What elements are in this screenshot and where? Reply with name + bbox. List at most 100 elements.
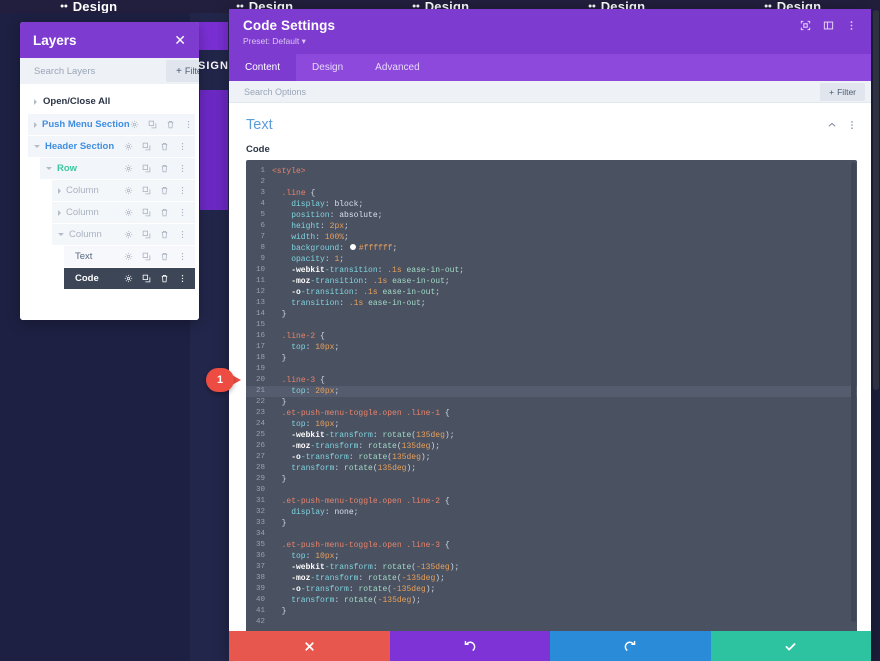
more-vertical-icon[interactable] xyxy=(178,274,187,283)
page-scrollbar[interactable] xyxy=(873,10,879,390)
code-line[interactable]: 29 } xyxy=(246,474,857,485)
code-line[interactable]: 19 xyxy=(246,364,857,375)
code-line[interactable]: 41 } xyxy=(246,606,857,617)
duplicate-icon[interactable] xyxy=(142,164,151,173)
options-filter-button[interactable]: + Filter xyxy=(820,83,865,101)
code-line[interactable]: 21 top: 20px; xyxy=(246,386,857,397)
code-line[interactable]: 38 -moz-transform: rotate(-135deg); xyxy=(246,573,857,584)
code-line[interactable]: 16 .line-2 { xyxy=(246,331,857,342)
code-line[interactable]: 23 .et-push-menu-toggle.open .line-1 { xyxy=(246,408,857,419)
layer-row[interactable]: Column xyxy=(52,224,195,245)
code-line[interactable]: 35 .et-push-menu-toggle.open .line-3 { xyxy=(246,540,857,551)
undo-button[interactable] xyxy=(390,631,551,661)
code-line[interactable]: 12 -o-transition: .1s ease-in-out; xyxy=(246,287,857,298)
code-line[interactable]: 17 top: 10px; xyxy=(246,342,857,353)
duplicate-icon[interactable] xyxy=(142,274,151,283)
code-line[interactable]: 33 } xyxy=(246,518,857,529)
more-vertical-icon[interactable] xyxy=(178,252,187,261)
duplicate-icon[interactable] xyxy=(142,208,151,217)
gear-icon[interactable] xyxy=(130,120,139,129)
gear-icon[interactable] xyxy=(124,274,133,283)
code-line[interactable]: 28 transform: rotate(135deg); xyxy=(246,463,857,474)
code-line[interactable]: 9 opacity: 1; xyxy=(246,254,857,265)
gear-icon[interactable] xyxy=(124,186,133,195)
code-line[interactable]: 34 xyxy=(246,529,857,540)
code-line[interactable]: 20 .line-3 { xyxy=(246,375,857,386)
code-line[interactable]: 27 -o-transform: rotate(135deg); xyxy=(246,452,857,463)
code-line[interactable]: 2 xyxy=(246,177,857,188)
more-vertical-icon[interactable] xyxy=(178,164,187,173)
code-line[interactable]: 13 transition: .1s ease-in-out; xyxy=(246,298,857,309)
duplicate-icon[interactable] xyxy=(142,186,151,195)
chevron-up-icon[interactable] xyxy=(827,120,837,130)
trash-icon[interactable] xyxy=(160,164,169,173)
code-line[interactable]: 25 -webkit-transform: rotate(135deg); xyxy=(246,430,857,441)
code-line[interactable]: 5 position: absolute; xyxy=(246,210,857,221)
trash-icon[interactable] xyxy=(160,142,169,151)
code-line[interactable]: 37 -webkit-transform: rotate(-135deg); xyxy=(246,562,857,573)
gear-icon[interactable] xyxy=(124,164,133,173)
trash-icon[interactable] xyxy=(160,186,169,195)
code-line[interactable]: 36 top: 10px; xyxy=(246,551,857,562)
more-vertical-icon[interactable] xyxy=(178,208,187,217)
code-editor[interactable]: 1<style>2 3 .line {4 display: block;5 po… xyxy=(246,160,857,636)
redo-button[interactable] xyxy=(550,631,711,661)
chevron-down-icon[interactable] xyxy=(34,145,40,148)
code-line[interactable]: 6 height: 2px; xyxy=(246,221,857,232)
code-line[interactable]: 7 width: 100%; xyxy=(246,232,857,243)
more-vertical-icon[interactable] xyxy=(178,230,187,239)
code-line[interactable]: 32 display: none; xyxy=(246,507,857,518)
layer-row[interactable]: Text xyxy=(64,246,195,267)
code-line[interactable]: 24 top: 10px; xyxy=(246,419,857,430)
trash-icon[interactable] xyxy=(160,274,169,283)
trash-icon[interactable] xyxy=(160,252,169,261)
editor-scrollbar[interactable] xyxy=(851,162,856,622)
code-line[interactable]: 31 .et-push-menu-toggle.open .line-2 { xyxy=(246,496,857,507)
layer-row[interactable]: Header Section xyxy=(28,136,195,157)
code-line[interactable]: 1<style> xyxy=(246,166,857,177)
chevron-right-icon[interactable] xyxy=(58,210,61,216)
code-line[interactable]: 11 -moz-transition: .1s ease-in-out; xyxy=(246,276,857,287)
gear-icon[interactable] xyxy=(124,252,133,261)
code-line[interactable]: 4 display: block; xyxy=(246,199,857,210)
save-button[interactable] xyxy=(711,631,872,661)
code-line[interactable]: 8 background: #ffffff; xyxy=(246,243,857,254)
tab-content[interactable]: Content xyxy=(229,54,296,81)
code-line[interactable]: 14 } xyxy=(246,309,857,320)
chevron-down-icon[interactable] xyxy=(46,167,52,170)
preset-selector[interactable]: Preset: Default ▾ xyxy=(243,36,335,47)
code-line[interactable]: 15 xyxy=(246,320,857,331)
search-options-input[interactable] xyxy=(244,87,820,97)
more-vertical-icon[interactable] xyxy=(178,142,187,151)
code-line[interactable]: 26 -moz-transform: rotate(135deg); xyxy=(246,441,857,452)
duplicate-icon[interactable] xyxy=(148,120,157,129)
code-line[interactable]: 42 xyxy=(246,617,857,628)
search-layers-input[interactable] xyxy=(34,66,166,77)
cancel-button[interactable] xyxy=(229,631,390,661)
code-line[interactable]: 40 transform: rotate(-135deg); xyxy=(246,595,857,606)
code-line[interactable]: 22 } xyxy=(246,397,857,408)
tab-design[interactable]: Design xyxy=(296,54,359,81)
layout-panel-icon[interactable] xyxy=(823,20,834,31)
layer-row[interactable]: Row xyxy=(40,158,195,179)
code-line[interactable]: 18 } xyxy=(246,353,857,364)
trash-icon[interactable] xyxy=(160,230,169,239)
gear-icon[interactable] xyxy=(124,230,133,239)
open-close-all-row[interactable]: Open/Close All xyxy=(20,92,199,113)
code-line[interactable]: 39 -o-transform: rotate(-135deg); xyxy=(246,584,857,595)
code-line[interactable]: 10 -webkit-transition: .1s ease-in-out; xyxy=(246,265,857,276)
layer-row[interactable]: Push Menu Section xyxy=(28,114,195,135)
gear-icon[interactable] xyxy=(124,142,133,151)
design-chip[interactable]: Design xyxy=(0,0,176,13)
more-vertical-icon[interactable] xyxy=(847,120,857,130)
layers-filter-button[interactable]: + Filter xyxy=(166,60,199,82)
more-vertical-icon[interactable] xyxy=(178,186,187,195)
chevron-down-icon[interactable] xyxy=(58,233,64,236)
more-vertical-icon[interactable] xyxy=(846,20,857,31)
trash-icon[interactable] xyxy=(160,208,169,217)
more-vertical-icon[interactable] xyxy=(184,120,193,129)
trash-icon[interactable] xyxy=(166,120,175,129)
layer-row[interactable]: Code xyxy=(64,268,195,289)
layer-row[interactable]: Column xyxy=(52,180,195,201)
code-line[interactable]: 30 xyxy=(246,485,857,496)
